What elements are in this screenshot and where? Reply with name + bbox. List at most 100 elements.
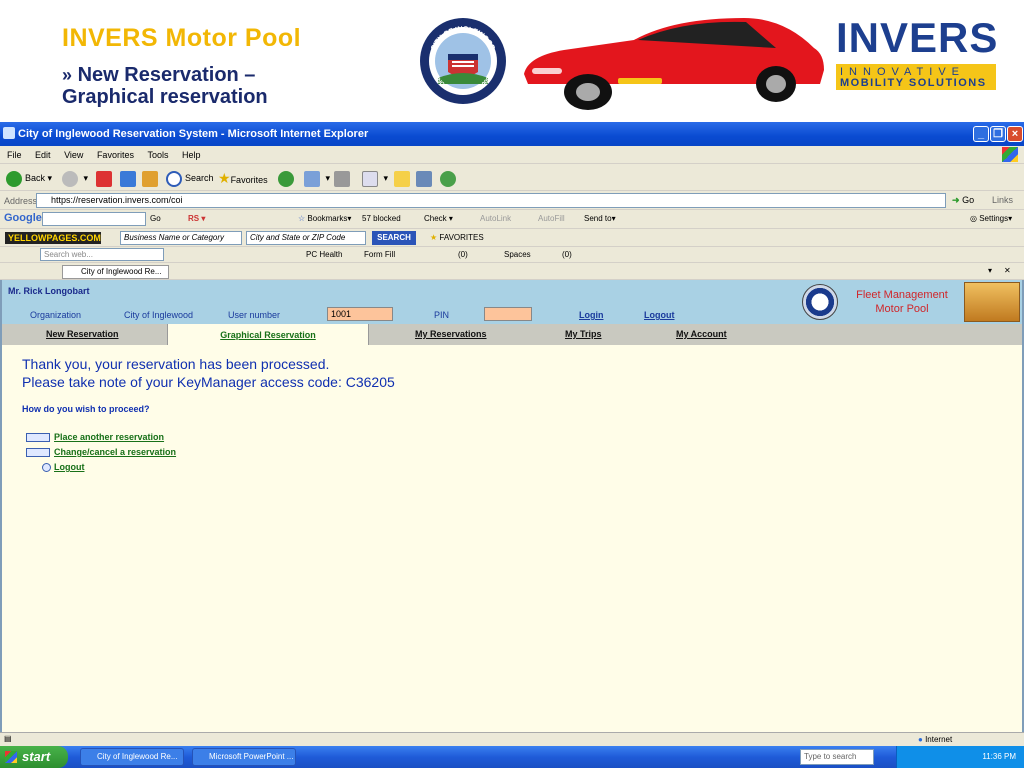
browser-window: City of Inglewood Reservation System - M…	[0, 122, 1024, 768]
organization-value: City of Inglewood	[124, 310, 194, 320]
nav-new-reservation[interactable]: New Reservation	[46, 329, 119, 339]
yellowpages-toolbar: YELLOWPAGES.COM Business Name or Categor…	[0, 229, 1024, 247]
ie-icon	[3, 127, 15, 139]
spaces-button[interactable]: Spaces	[504, 250, 531, 259]
back-button[interactable]: Back ▾	[6, 169, 52, 187]
send-to-button[interactable]: Send to▾	[584, 214, 616, 223]
subtitle-arrow: »	[62, 65, 73, 85]
bookmarks-button[interactable]: ☆ Bookmarks▾	[298, 214, 351, 223]
taskbar-search-input[interactable]: Type to search	[800, 749, 874, 765]
spellcheck-button[interactable]: Check ▾	[424, 214, 453, 223]
slide-title: INVERS Motor Pool	[62, 24, 302, 52]
yp-favorites-button[interactable]: ★ FAVORITES	[430, 233, 484, 242]
yellowpages-logo[interactable]: YELLOWPAGES.COM	[5, 232, 101, 244]
check-label: Check	[424, 214, 447, 223]
forward-arrow-icon	[62, 170, 78, 187]
fleet-title-line1: Fleet Management	[856, 289, 948, 301]
fleet-title-line2: Motor Pool	[875, 303, 929, 315]
print-button[interactable]	[334, 169, 353, 187]
discuss-button[interactable]	[394, 169, 413, 187]
messenger-button[interactable]	[440, 169, 459, 187]
close-button[interactable]: ×	[1007, 126, 1023, 142]
edit-button[interactable]: ▾	[362, 169, 388, 187]
fleet-car-image	[964, 282, 1020, 322]
form-fill-button[interactable]: Form Fill	[364, 250, 395, 259]
city-seal-logo: CITY OF INGLEWOOD INC. CALIFORNIA 1908	[420, 18, 506, 104]
invers-logo-text: INVERS	[836, 14, 999, 61]
nav-my-reservations[interactable]: My Reservations	[415, 329, 487, 339]
address-input[interactable]: https://reservation.invers.com/coi	[36, 193, 946, 208]
windows-logo-icon	[1002, 147, 1018, 162]
taskbar-clock: 11:36 PM	[982, 752, 1016, 761]
mail-button[interactable]: ▾	[304, 169, 330, 187]
nav-graphical-reservation[interactable]: Graphical Reservation	[167, 324, 369, 345]
taskbar-powerpoint-window[interactable]: Microsoft PowerPoint ...	[192, 748, 296, 766]
menu-help[interactable]: Help	[182, 150, 201, 160]
research-button[interactable]	[416, 169, 435, 187]
maximize-button[interactable]: ❐	[990, 126, 1006, 142]
rs-icon[interactable]: RS ▾	[188, 214, 205, 223]
menu-edit[interactable]: Edit	[35, 150, 51, 160]
forward-button[interactable]: ▾	[62, 169, 88, 187]
settings-button[interactable]: ◎ Settings▾	[970, 214, 1012, 223]
web-search-input[interactable]: Search web...	[40, 248, 164, 261]
logout-icon	[42, 463, 51, 472]
menu-view[interactable]: View	[64, 150, 83, 160]
menu-file[interactable]: File	[7, 150, 22, 160]
subtitle-line1: New Reservation –	[77, 64, 256, 86]
internet-zone: ● Internet	[918, 735, 952, 744]
user-number-label: User number	[228, 310, 281, 320]
pc-health-button[interactable]: PC Health	[306, 250, 342, 259]
history-button[interactable]	[278, 169, 297, 187]
favorites-button[interactable]: ★Favorites	[218, 169, 268, 187]
change-cancel-reservation-link[interactable]: Change/cancel a reservation	[54, 447, 176, 457]
place-another-reservation-link[interactable]: Place another reservation	[54, 432, 164, 442]
menu-favorites[interactable]: Favorites	[97, 150, 134, 160]
address-bar: Address https://reservation.invers.com/c…	[0, 192, 1024, 210]
autolink-button[interactable]: AutoLink	[480, 214, 511, 223]
settings-icon: ◎	[970, 214, 977, 223]
slide-subtitle: » New Reservation – Graphical reservatio…	[62, 64, 268, 108]
pin-input[interactable]	[484, 307, 532, 321]
autofill-button[interactable]: AutoFill	[538, 214, 565, 223]
home-button[interactable]	[142, 169, 161, 187]
organization-label: Organization	[30, 310, 82, 320]
popup-blocked-button[interactable]: 57 blocked	[362, 214, 401, 223]
windows-taskbar: start City of Inglewood Re... Microsoft …	[0, 746, 1024, 768]
search-button[interactable]: Search	[166, 169, 214, 187]
windows-flag-icon	[5, 751, 17, 763]
tab-city-of-inglewood[interactable]: City of Inglewood Re...	[62, 265, 169, 279]
go-button[interactable]: ➜ Go	[952, 195, 974, 206]
minimize-button[interactable]: _	[973, 126, 989, 142]
refresh-button[interactable]	[120, 169, 139, 187]
proceed-question: How do you wish to proceed?	[22, 404, 150, 414]
links-button[interactable]: Links	[992, 195, 1013, 205]
favorites-label: Favorites	[230, 175, 268, 185]
user-number-input[interactable]: 1001	[327, 307, 393, 321]
login-link[interactable]: Login	[579, 310, 604, 320]
mail-count[interactable]: (0)	[458, 250, 468, 259]
logout-option-link[interactable]: Logout	[54, 462, 85, 472]
yp-search-button[interactable]: SEARCH	[372, 231, 416, 245]
page-status-icon: ▤	[4, 734, 12, 743]
start-button[interactable]: start	[0, 746, 68, 768]
tab-bar: City of Inglewood Re... ▾ ✕	[0, 263, 1024, 280]
stop-button[interactable]	[96, 169, 115, 187]
google-logo: Google	[4, 212, 42, 224]
refresh-icon	[120, 170, 136, 187]
google-search-input[interactable]	[42, 212, 146, 226]
business-category-input[interactable]: Business Name or Category	[120, 231, 242, 245]
nav-my-trips[interactable]: My Trips	[565, 329, 602, 339]
tab-list-button[interactable]: ▾	[988, 266, 992, 275]
city-zip-input[interactable]: City and State or ZIP Code	[246, 231, 366, 245]
nav-my-account[interactable]: My Account	[676, 329, 727, 339]
logout-link[interactable]: Logout	[644, 310, 675, 320]
user-name: Mr. Rick Longobart	[8, 286, 90, 296]
taskbar-ie-window[interactable]: City of Inglewood Re...	[80, 748, 184, 766]
pin-label: PIN	[434, 310, 450, 320]
tab-close-button[interactable]: ✕	[1004, 266, 1011, 275]
people-count[interactable]: (0)	[562, 250, 572, 259]
confirmation-line1: Thank you, your reservation has been pro…	[22, 356, 330, 372]
google-go-button[interactable]: Go	[150, 214, 161, 223]
menu-tools[interactable]: Tools	[147, 150, 168, 160]
